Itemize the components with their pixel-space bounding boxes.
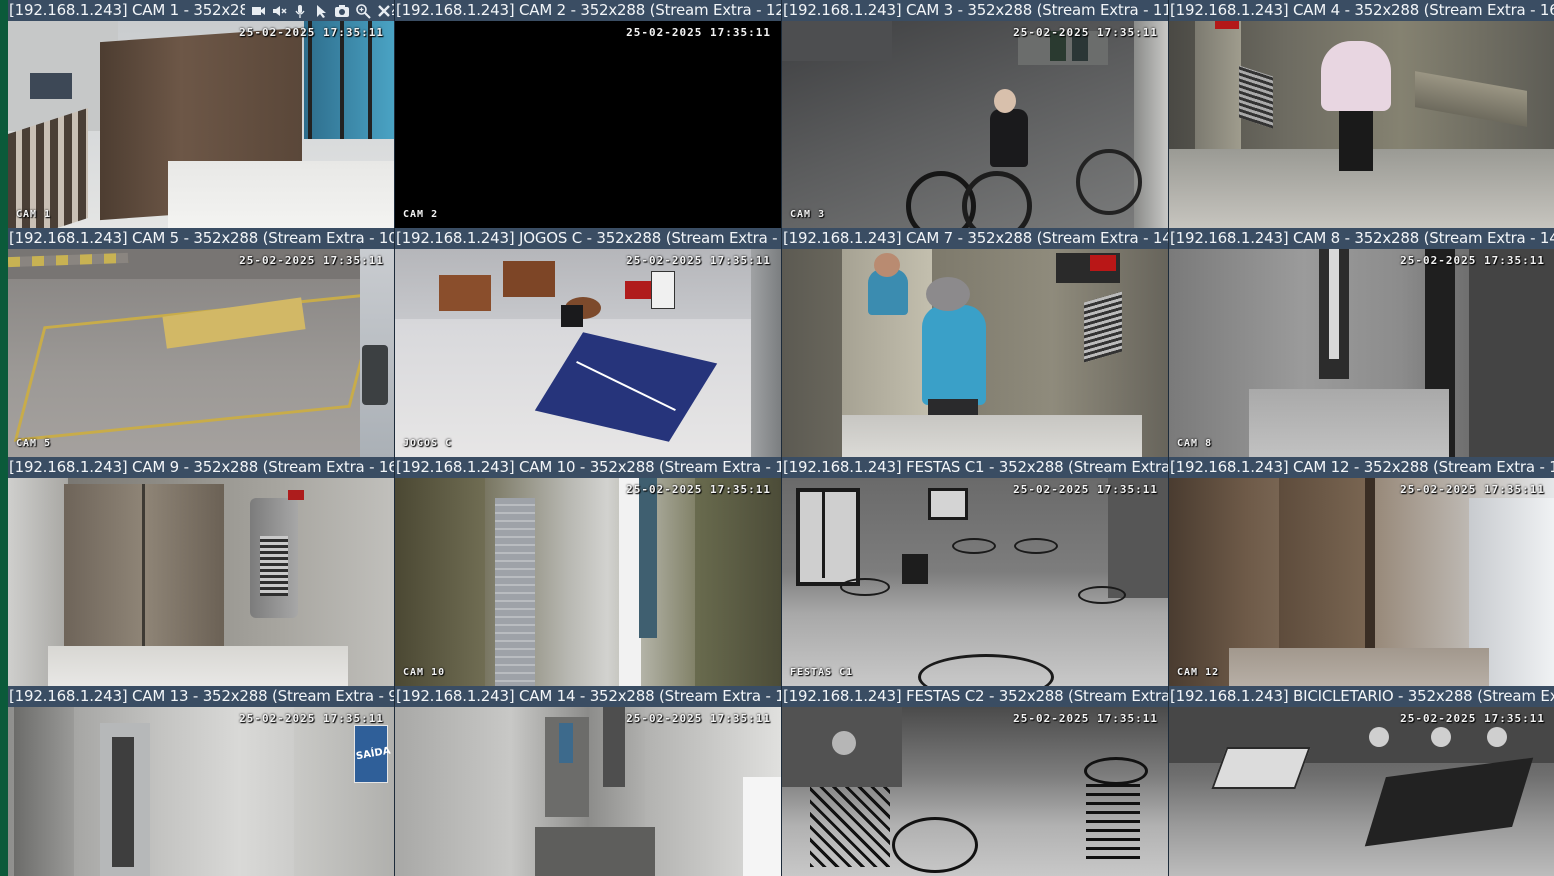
camera-tile-jogos-c[interactable]: [192.168.1.243] JOGOS C - 352x288 (Strea…	[395, 228, 781, 457]
camera-tile-cam12[interactable]: [192.168.1.243] CAM 12 - 352x288 (Stream…	[1169, 457, 1554, 686]
camera-feed	[1169, 249, 1554, 457]
camera-feed	[782, 707, 1168, 876]
camera-feed	[395, 249, 781, 457]
camera-label-overlay: CAM 1	[16, 209, 52, 220]
camera-feed	[395, 21, 781, 228]
camera-tile-festas-c2[interactable]: [192.168.1.243] FESTAS C2 - 352x288 (Str…	[782, 686, 1168, 876]
camera-tile-cam1[interactable]: [192.168.1.243] CAM 1 - 352x288 (Stream …	[8, 0, 394, 228]
camera-label-overlay: CAM 2	[403, 209, 439, 220]
camera-tile-cam13[interactable]: [192.168.1.243] CAM 13 - 352x288 (Stream…	[8, 686, 394, 876]
camera-label-overlay: CAM 5	[16, 438, 52, 449]
camera-feed: SAÍDA	[8, 707, 394, 876]
camera-tile-cam3[interactable]: [192.168.1.243] CAM 3 - 352x288 (Stream …	[782, 0, 1168, 228]
camera-title: [192.168.1.243] CAM 13 - 352x288 (Stream…	[8, 686, 394, 707]
camera-title: [192.168.1.243] CAM 5 - 352x288 (Stream …	[8, 228, 394, 249]
camera-label-overlay: CAM 12	[1177, 667, 1220, 678]
camera-feed	[8, 478, 394, 686]
record-icon[interactable]	[249, 2, 266, 19]
camera-tile-cam10[interactable]: [192.168.1.243] CAM 10 - 352x288 (Stream…	[395, 457, 781, 686]
camera-title: [192.168.1.243] FESTAS C2 - 352x288 (Str…	[782, 686, 1168, 707]
camera-tile-bicicletario[interactable]: [192.168.1.243] BICICLETARIO - 352x288 (…	[1169, 686, 1554, 876]
camera-tile-cam14[interactable]: [192.168.1.243] CAM 14 - 352x288 (Stream…	[395, 686, 781, 876]
camera-title: [192.168.1.243] CAM 12 - 352x288 (Stream…	[1169, 457, 1554, 478]
mute-icon[interactable]	[270, 2, 287, 19]
camera-title: [192.168.1.243] CAM 7 - 352x288 (Stream …	[782, 228, 1168, 249]
timestamp-overlay: 25-02-2025 17:35:11	[239, 26, 384, 39]
timestamp-overlay: 25-02-2025 17:35:11	[1013, 712, 1158, 725]
camera-title: [192.168.1.243] CAM 10 - 352x288 (Stream…	[395, 457, 781, 478]
camera-tile-cam5[interactable]: [192.168.1.243] CAM 5 - 352x288 (Stream …	[8, 228, 394, 457]
camera-title: [192.168.1.243] JOGOS C - 352x288 (Strea…	[395, 228, 781, 249]
camera-title: [192.168.1.243] CAM 14 - 352x288 (Stream…	[395, 686, 781, 707]
close-icon[interactable]	[375, 2, 392, 19]
timestamp-overlay: 25-02-2025 17:35:11	[1400, 483, 1545, 496]
camera-tile-cam7[interactable]: [192.168.1.243] CAM 7 - 352x288 (Stream …	[782, 228, 1168, 457]
camera-feed	[782, 249, 1168, 457]
camera-title: [192.168.1.243] CAM 8 - 352x288 (Stream …	[1169, 228, 1554, 249]
camera-title: [192.168.1.243] CAM 4 - 352x288 (Stream …	[1169, 0, 1554, 21]
camera-toolbar	[245, 0, 392, 21]
camera-feed	[395, 707, 781, 876]
timestamp-overlay: 25-02-2025 17:35:11	[1013, 26, 1158, 39]
camera-label-overlay: CAM 10	[403, 667, 446, 678]
timestamp-overlay: 25-02-2025 17:35:11	[239, 254, 384, 267]
camera-feed	[1169, 478, 1554, 686]
timestamp-overlay: 25-02-2025 17:35:11	[1013, 483, 1158, 496]
camera-feed	[8, 21, 394, 228]
camera-label-overlay: CAM 8	[1177, 438, 1213, 449]
camera-tile-cam4[interactable]: [192.168.1.243] CAM 4 - 352x288 (Stream …	[1169, 0, 1554, 228]
camera-feed	[395, 478, 781, 686]
pointer-icon[interactable]	[312, 2, 329, 19]
camera-feed	[1169, 707, 1554, 876]
camera-feed	[782, 21, 1168, 228]
camera-label-overlay: JOGOS C	[403, 438, 453, 449]
microphone-icon[interactable]	[291, 2, 308, 19]
camera-tile-cam9[interactable]: [192.168.1.243] CAM 9 - 352x288 (Stream …	[8, 457, 394, 686]
camera-title: [192.168.1.243] BICICLETARIO - 352x288 (…	[1169, 686, 1554, 707]
timestamp-overlay: 25-02-2025 17:35:11	[626, 483, 771, 496]
camera-feed	[8, 249, 394, 457]
timestamp-overlay: 25-02-2025 17:35:11	[1400, 254, 1545, 267]
zoom-icon[interactable]	[354, 2, 371, 19]
camera-tile-festas-c1[interactable]: [192.168.1.243] FESTAS C1 - 352x288 (Str…	[782, 457, 1168, 686]
timestamp-overlay: 25-02-2025 17:35:11	[626, 254, 771, 267]
camera-icon[interactable]	[333, 2, 350, 19]
timestamp-overlay: 25-02-2025 17:35:11	[626, 712, 771, 725]
camera-grid: [192.168.1.243] CAM 1 - 352x288 (Stream …	[8, 0, 1554, 876]
camera-title: [192.168.1.243] CAM 9 - 352x288 (Stream …	[8, 457, 394, 478]
camera-tile-cam2[interactable]: [192.168.1.243] CAM 2 - 352x288 (Stream …	[395, 0, 781, 228]
camera-tile-cam8[interactable]: [192.168.1.243] CAM 8 - 352x288 (Stream …	[1169, 228, 1554, 457]
camera-label-overlay: CAM 3	[790, 209, 826, 220]
timestamp-overlay: 25-02-2025 17:35:11	[626, 26, 771, 39]
camera-feed	[1169, 21, 1554, 228]
timestamp-overlay: 25-02-2025 17:35:11	[1400, 712, 1545, 725]
camera-title: [192.168.1.243] CAM 2 - 352x288 (Stream …	[395, 0, 781, 21]
camera-label-overlay: FESTAS C1	[790, 667, 854, 678]
camera-title: [192.168.1.243] CAM 3 - 352x288 (Stream …	[782, 0, 1168, 21]
timestamp-overlay: 25-02-2025 17:35:11	[239, 712, 384, 725]
camera-feed	[782, 478, 1168, 686]
camera-title: [192.168.1.243] FESTAS C1 - 352x288 (Str…	[782, 457, 1168, 478]
